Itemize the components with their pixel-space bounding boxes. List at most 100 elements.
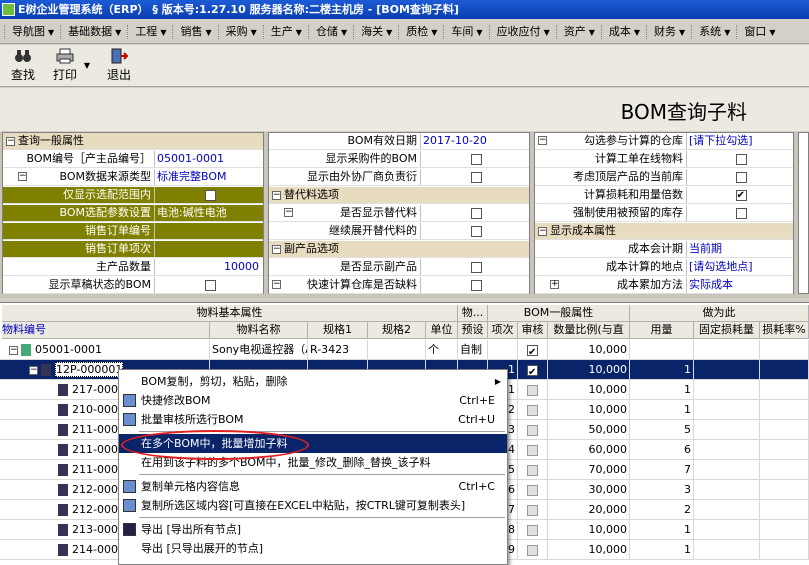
column-header[interactable]: 项次 xyxy=(488,322,518,339)
table-cell[interactable]: 6 xyxy=(630,440,694,460)
column-header[interactable]: 数量比例(与直 xyxy=(548,322,630,339)
table-cell[interactable] xyxy=(518,360,548,380)
collapse-icon[interactable]: − xyxy=(29,365,38,375)
prop-row[interactable]: − 显示成本属性 xyxy=(535,223,793,240)
prop-row[interactable]: BOM选配参数设置 电池:碱性电池 xyxy=(3,205,263,222)
table-cell[interactable] xyxy=(760,520,809,540)
table-cell[interactable] xyxy=(518,480,548,500)
find-button[interactable]: 查找 xyxy=(8,48,38,84)
collapse-icon[interactable]: − xyxy=(538,226,547,236)
collapse-icon[interactable]: − xyxy=(538,136,547,145)
table-cell[interactable] xyxy=(760,400,809,420)
prop-value[interactable]: 标准完整BOM xyxy=(154,169,263,185)
prop-row[interactable]: 销售订单项次 xyxy=(3,241,263,258)
prop-value[interactable]: 电池:碱性电池 xyxy=(154,205,263,221)
table-cell[interactable] xyxy=(694,400,760,420)
prop-row[interactable]: − 快速计算仓库是否缺料 xyxy=(269,277,529,294)
table-cell[interactable] xyxy=(694,380,760,400)
prop-checkbox[interactable] xyxy=(735,153,747,165)
print-button[interactable]: 打印 xyxy=(50,48,80,84)
table-cell[interactable]: 1 xyxy=(630,540,694,560)
table-cell[interactable] xyxy=(760,420,809,440)
table-cell[interactable]: 3 xyxy=(630,480,694,500)
table-cell[interactable]: 2 xyxy=(630,500,694,520)
prop-value[interactable]: 10000 xyxy=(154,259,263,275)
prop-checkbox[interactable] xyxy=(735,188,747,203)
table-cell[interactable] xyxy=(518,340,548,360)
table-cell[interactable]: − 05001-0001 xyxy=(2,340,210,360)
menu-item-15[interactable]: 窗口 ▼ xyxy=(732,19,776,43)
prop-checkbox[interactable] xyxy=(735,207,747,219)
prop-row[interactable]: − 是否显示替代料 xyxy=(269,205,529,222)
prop-value[interactable] xyxy=(686,187,793,203)
table-cell[interactable]: 20,000 xyxy=(548,500,630,520)
prop-row[interactable]: BOM编号［产主品编号］ 05001-0001 xyxy=(3,151,263,168)
table-cell[interactable]: 1 xyxy=(630,400,694,420)
table-cell[interactable] xyxy=(760,480,809,500)
audit-checkbox[interactable] xyxy=(527,484,538,496)
table-cell[interactable]: 70,000 xyxy=(548,460,630,480)
prop-value[interactable] xyxy=(420,205,529,221)
table-cell[interactable] xyxy=(694,520,760,540)
column-header[interactable]: 物料名称 xyxy=(210,322,308,339)
table-cell[interactable]: 1 xyxy=(630,360,694,380)
table-cell[interactable] xyxy=(760,460,809,480)
menu-item-0[interactable]: 导航图 ▼ xyxy=(0,19,54,43)
table-cell[interactable]: 10,000 xyxy=(548,540,630,560)
prop-value[interactable]: [请勾选地点] xyxy=(686,259,793,275)
table-row[interactable]: − 05001-0001 Sony电视遥控器（AR-3423 个自制 10,000 xyxy=(0,340,809,360)
prop-row[interactable]: − 查询一般属性 xyxy=(3,133,263,150)
collapse-icon[interactable]: − xyxy=(284,208,293,217)
prop-value[interactable] xyxy=(154,187,263,203)
table-cell[interactable] xyxy=(518,420,548,440)
prop-value[interactable] xyxy=(686,169,793,185)
table-cell[interactable] xyxy=(760,440,809,460)
table-cell[interactable] xyxy=(488,340,518,360)
prop-row[interactable]: 显示草稿状态的BOM xyxy=(3,277,263,294)
prop-row[interactable]: − 替代料选项 xyxy=(269,187,529,204)
window-titlebar[interactable]: E树企业管理系统（ERP） § 版本号:1.27.10 服务器名称:二楼主机房 … xyxy=(0,0,809,19)
table-cell[interactable] xyxy=(694,500,760,520)
context-menu-item[interactable]: 导出 [导出所有节点] xyxy=(119,520,507,539)
menu-item-13[interactable]: 财务 ▼ xyxy=(642,19,685,43)
table-cell[interactable]: 10,000 xyxy=(548,520,630,540)
table-cell[interactable]: 10,000 xyxy=(548,400,630,420)
audit-checkbox[interactable] xyxy=(527,404,538,416)
collapse-icon[interactable]: − xyxy=(272,244,281,254)
table-cell[interactable] xyxy=(694,480,760,500)
prop-row[interactable]: 显示采购件的BOM xyxy=(269,151,529,168)
table-cell[interactable]: Sony电视遥控器（A xyxy=(210,340,308,360)
collapse-icon[interactable]: − xyxy=(272,190,281,200)
prop-value[interactable] xyxy=(154,241,263,257)
menu-item-4[interactable]: 采购 ▼ xyxy=(214,19,257,43)
audit-checkbox[interactable] xyxy=(527,544,538,556)
table-cell[interactable] xyxy=(694,440,760,460)
prop-row[interactable]: − 副产品选项 xyxy=(269,241,529,258)
table-cell[interactable] xyxy=(760,360,809,380)
column-header[interactable]: 规格2 xyxy=(368,322,426,339)
table-cell[interactable] xyxy=(760,340,809,360)
table-cell[interactable]: 10,000 xyxy=(548,380,630,400)
exit-button[interactable]: 退出 xyxy=(104,48,134,84)
table-cell[interactable]: 60,000 xyxy=(548,440,630,460)
collapse-icon[interactable]: − xyxy=(9,345,18,355)
prop-row[interactable]: + 成本累加方法 实际成本 xyxy=(535,277,793,294)
audit-checkbox[interactable] xyxy=(527,424,538,436)
prop-checkbox[interactable] xyxy=(470,153,482,165)
table-cell[interactable]: 5 xyxy=(630,420,694,440)
prop-value[interactable] xyxy=(420,151,529,167)
table-cell[interactable] xyxy=(518,400,548,420)
prop-row[interactable]: 计算损耗和用量倍数 xyxy=(535,187,793,204)
context-menu-item[interactable]: 批量审核所选行BOM Ctrl+U xyxy=(119,410,507,429)
column-header[interactable]: 规格1 xyxy=(308,322,368,339)
table-cell[interactable] xyxy=(518,540,548,560)
table-cell[interactable] xyxy=(760,380,809,400)
table-cell[interactable] xyxy=(630,340,694,360)
table-cell[interactable] xyxy=(518,460,548,480)
prop-row[interactable]: − BOM数据来源类型 标准完整BOM xyxy=(3,169,263,186)
table-cell[interactable]: 10,000 xyxy=(548,360,630,380)
context-menu-item[interactable]: 快捷修改BOM Ctrl+E xyxy=(119,391,507,410)
prop-checkbox[interactable] xyxy=(204,279,216,291)
prop-value[interactable] xyxy=(686,205,793,221)
prop-row[interactable]: BOM有效日期 2017-10-20 xyxy=(269,133,529,150)
